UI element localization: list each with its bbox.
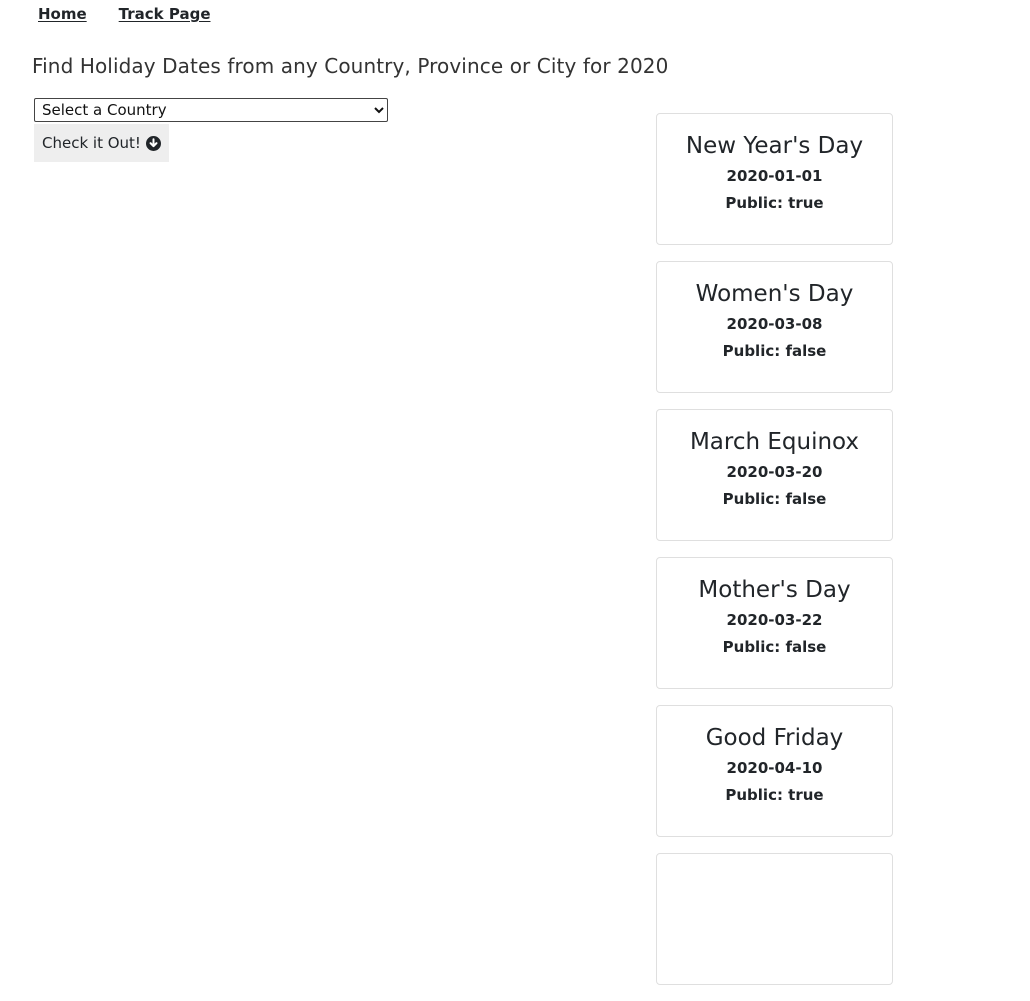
- holiday-card: Women's Day 2020-03-08 Public: false: [656, 261, 893, 393]
- holiday-name: New Year's Day: [685, 133, 864, 159]
- holiday-public-status: Public: true: [725, 786, 824, 804]
- holiday-date: 2020-04-10: [726, 759, 823, 777]
- country-select[interactable]: Select a Country: [34, 98, 388, 122]
- holiday-public-status: Public: false: [722, 638, 827, 656]
- holiday-name: Mother's Day: [698, 577, 851, 603]
- holiday-name: March Equinox: [689, 429, 860, 455]
- check-it-out-label: Check it Out!: [42, 134, 141, 152]
- holiday-public-status: Public: true: [725, 194, 824, 212]
- holiday-card: [656, 853, 893, 985]
- top-nav: Home Track Page: [38, 5, 211, 23]
- holiday-public-status: Public: false: [722, 490, 827, 508]
- holiday-date: 2020-01-01: [726, 167, 823, 185]
- arrow-circle-down-icon: [145, 135, 161, 151]
- holiday-date: 2020-03-08: [726, 315, 823, 333]
- nav-home-link[interactable]: Home: [38, 5, 87, 23]
- holiday-card: Mother's Day 2020-03-22 Public: false: [656, 557, 893, 689]
- holiday-date: 2020-03-20: [726, 463, 823, 481]
- holiday-name: Women's Day: [695, 281, 854, 307]
- holiday-name: Good Friday: [705, 725, 844, 751]
- holiday-card: New Year's Day 2020-01-01 Public: true: [656, 113, 893, 245]
- holiday-public-status: Public: false: [722, 342, 827, 360]
- holiday-card: March Equinox 2020-03-20 Public: false: [656, 409, 893, 541]
- page-headline: Find Holiday Dates from any Country, Pro…: [32, 54, 669, 78]
- holiday-date: 2020-03-22: [726, 611, 823, 629]
- holiday-card: Good Friday 2020-04-10 Public: true: [656, 705, 893, 837]
- check-it-out-button[interactable]: Check it Out!: [34, 124, 169, 162]
- nav-track-page-link[interactable]: Track Page: [119, 5, 211, 23]
- holiday-card-list: New Year's Day 2020-01-01 Public: true W…: [656, 113, 893, 1001]
